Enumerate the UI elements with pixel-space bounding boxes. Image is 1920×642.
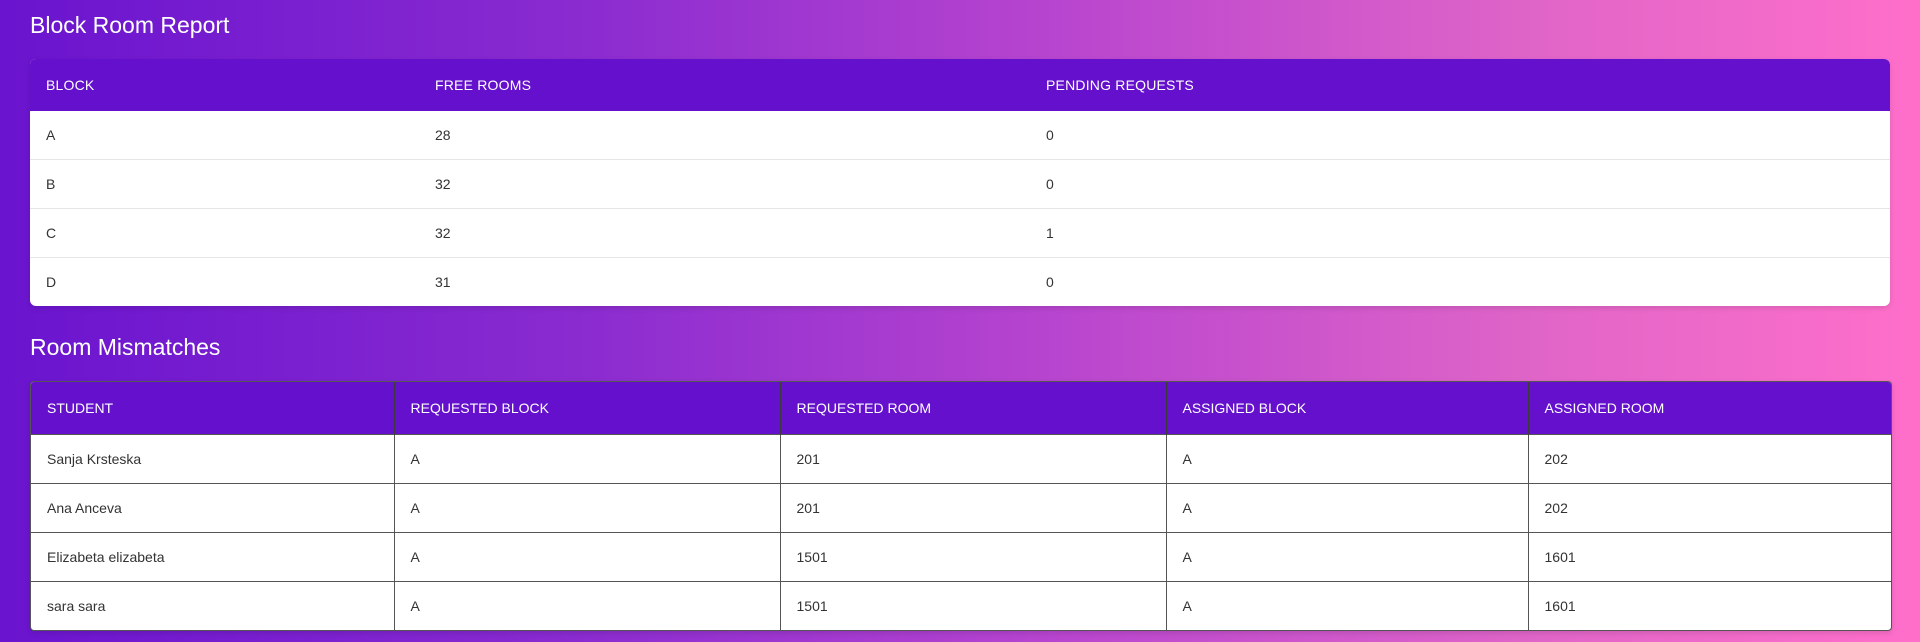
student-cell: sara sara bbox=[31, 581, 395, 630]
block-cell: A bbox=[46, 127, 56, 143]
column-header-student[interactable]: STUDENT bbox=[31, 382, 395, 435]
student-cell: Elizabeta elizabeta bbox=[31, 532, 395, 582]
column-header-assigned-room[interactable]: ASSIGNED ROOM bbox=[1528, 382, 1891, 435]
requested-room-cell: 201 bbox=[780, 483, 1167, 533]
table-row: B 32 0 bbox=[30, 159, 1890, 209]
block-cell: C bbox=[30, 208, 419, 258]
assigned-block-cell: A bbox=[1166, 532, 1529, 582]
assigned-block-cell: A bbox=[1166, 434, 1529, 484]
assigned-block-cell: A bbox=[1166, 581, 1529, 630]
page: Block Room Report BLOCK FREE ROOMS PENDI… bbox=[0, 0, 1920, 642]
student-cell: Sanja Krsteska bbox=[31, 434, 395, 484]
requested-block-cell: A bbox=[394, 483, 781, 533]
block-cell: B bbox=[30, 159, 419, 209]
assigned-room-cell: 1601 bbox=[1528, 581, 1891, 630]
column-header-assigned-block[interactable]: ASSIGNED BLOCK bbox=[1166, 382, 1529, 435]
column-header-pending-requests[interactable]: PENDING REQUESTS bbox=[1030, 59, 1890, 111]
pending-requests-cell: 1 bbox=[1030, 208, 1890, 258]
free-rooms-cell: 32 bbox=[419, 159, 1030, 209]
requested-block-cell: A bbox=[394, 532, 781, 582]
block-room-report-title: Block Room Report bbox=[30, 12, 230, 38]
free-rooms-cell: 28 bbox=[435, 127, 451, 143]
assigned-room-cell: 1601 bbox=[1528, 532, 1891, 582]
table-row: D 31 0 bbox=[30, 257, 1890, 306]
assigned-room-cell: 202 bbox=[1528, 434, 1891, 484]
table-row: C 32 1 bbox=[30, 208, 1890, 258]
table-header-row: STUDENT REQUESTED BLOCK REQUESTED ROOM A… bbox=[31, 382, 1891, 435]
column-header-free-rooms[interactable]: FREE ROOMS bbox=[419, 59, 1030, 111]
room-mismatches-title: Room Mismatches bbox=[30, 334, 221, 360]
student-cell: Ana Anceva bbox=[31, 483, 395, 533]
table-row: Sanja Krsteska A 201 A 202 bbox=[31, 434, 1891, 484]
requested-room-cell: 1501 bbox=[780, 532, 1167, 582]
assigned-room-cell: 202 bbox=[1528, 483, 1891, 533]
free-rooms-cell: 32 bbox=[419, 208, 1030, 258]
requested-room-cell: 201 bbox=[780, 434, 1167, 484]
table-row: sara sara A 1501 A 1601 bbox=[31, 581, 1891, 630]
assigned-block-cell: A bbox=[1166, 483, 1529, 533]
pending-requests-cell: 0 bbox=[1046, 127, 1054, 143]
room-mismatches-table-card: STUDENT REQUESTED BLOCK REQUESTED ROOM A… bbox=[30, 381, 1892, 631]
table-row: A 28 0 bbox=[30, 111, 1890, 160]
table-row: Elizabeta elizabeta A 1501 A 1601 bbox=[31, 532, 1891, 582]
requested-room-cell: 1501 bbox=[780, 581, 1167, 630]
pending-requests-cell: 0 bbox=[1030, 159, 1890, 209]
column-header-block[interactable]: BLOCK bbox=[30, 59, 419, 111]
column-header-requested-block[interactable]: REQUESTED BLOCK bbox=[394, 382, 781, 435]
requested-block-cell: A bbox=[394, 434, 781, 484]
free-rooms-cell: 31 bbox=[419, 257, 1030, 306]
block-room-report-table-card: BLOCK FREE ROOMS PENDING REQUESTS A 28 0… bbox=[30, 59, 1890, 306]
requested-block-cell: A bbox=[394, 581, 781, 630]
pending-requests-cell: 0 bbox=[1030, 257, 1890, 306]
column-header-requested-room[interactable]: REQUESTED ROOM bbox=[780, 382, 1167, 435]
room-mismatches-table: STUDENT REQUESTED BLOCK REQUESTED ROOM A… bbox=[31, 382, 1891, 630]
table-row: Ana Anceva A 201 A 202 bbox=[31, 483, 1891, 533]
table-header-row: BLOCK FREE ROOMS PENDING REQUESTS bbox=[30, 59, 1890, 111]
block-cell: D bbox=[30, 257, 419, 306]
block-room-report-table: BLOCK FREE ROOMS PENDING REQUESTS A 28 0… bbox=[30, 59, 1890, 306]
